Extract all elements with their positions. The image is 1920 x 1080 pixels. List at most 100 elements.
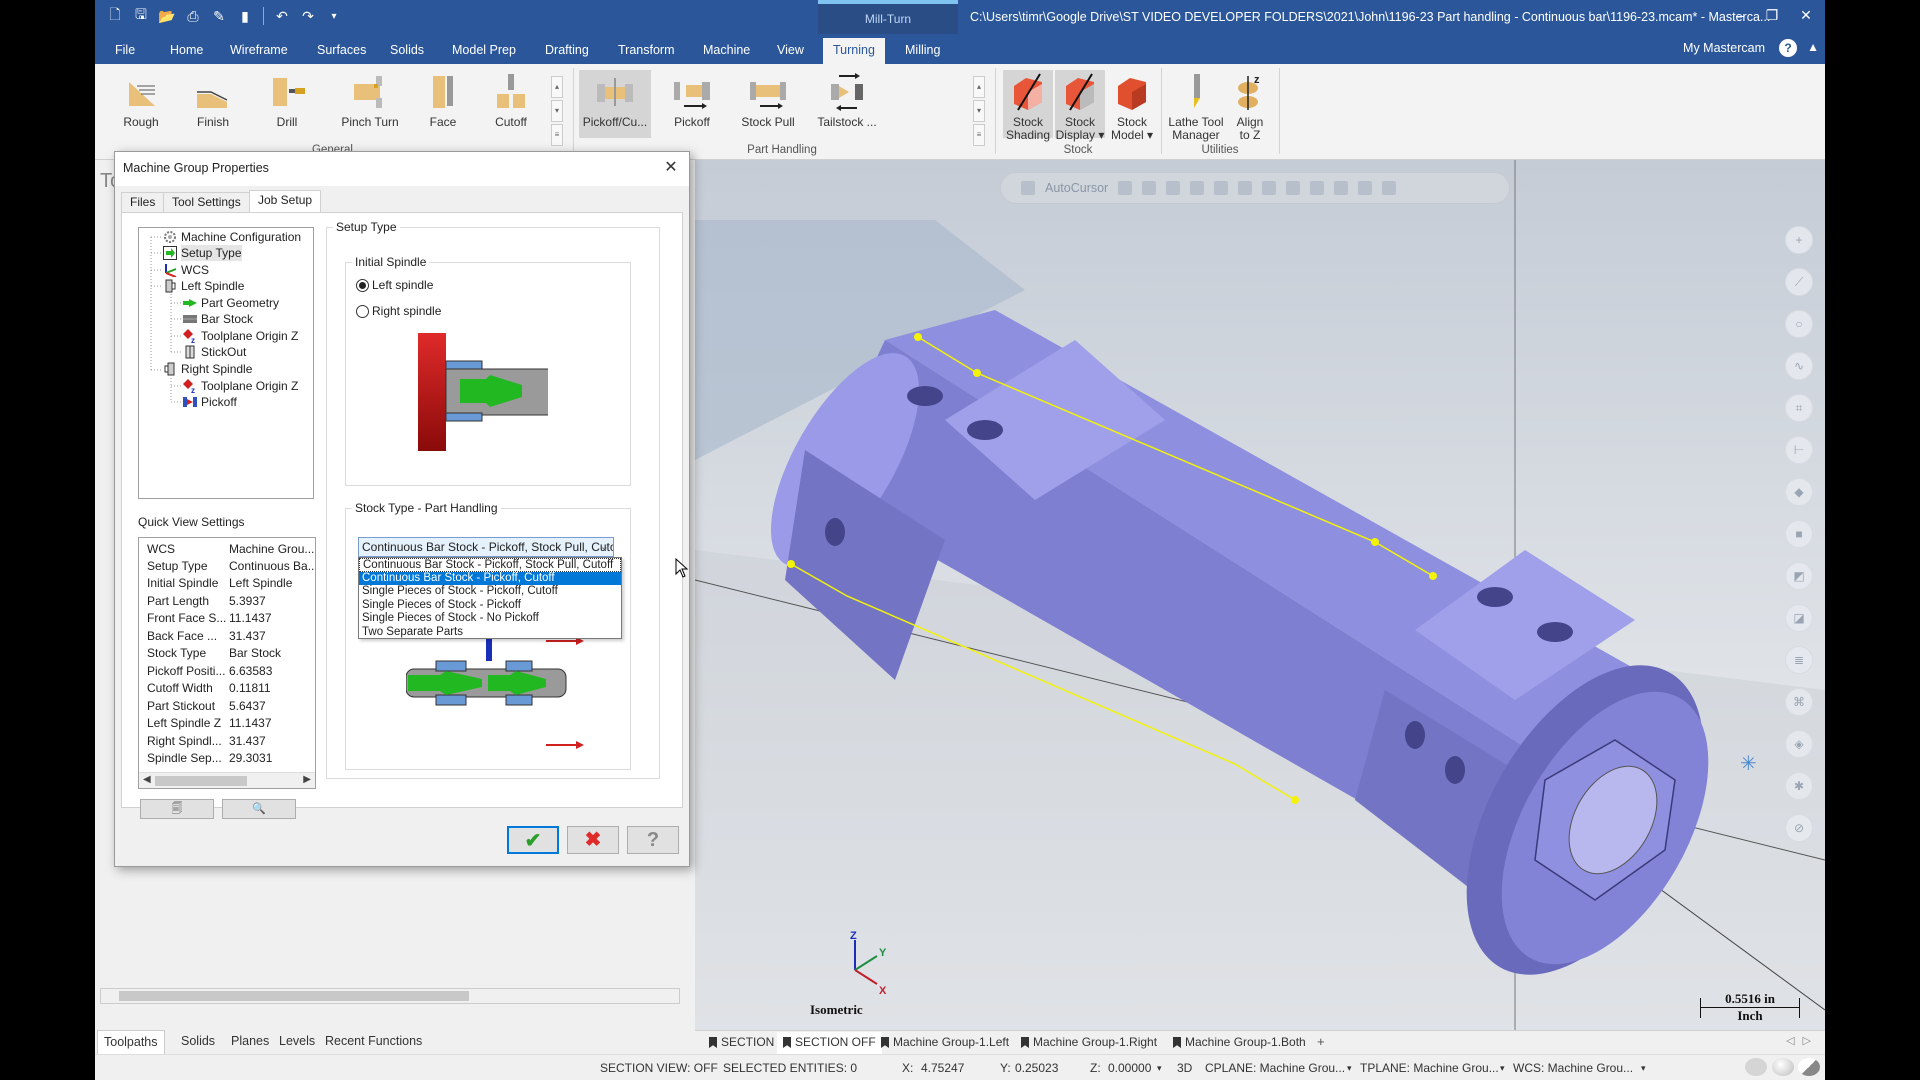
results-mask-icon[interactable]: ⌘ — [1785, 688, 1813, 716]
spline-mask-icon[interactable]: ∿ — [1785, 352, 1813, 380]
preview-settings-button[interactable]: 🔍 — [222, 799, 296, 819]
stock-option[interactable]: Single Pieces of Stock - Pickoff — [359, 599, 621, 613]
scroll-left-icon[interactable]: ◀ — [143, 774, 151, 785]
tab-solids-manager[interactable]: Solids — [175, 1030, 221, 1054]
panel-horizontal-scrollbar[interactable] — [100, 988, 680, 1004]
align-to-z-button[interactable]: z Align to Z — [1227, 70, 1273, 142]
chain-point[interactable] — [914, 333, 922, 341]
stock-model-button[interactable]: Stock Model ▾ — [1107, 70, 1157, 142]
stock-type-options-list[interactable]: Continuous Bar Stock - Pickoff, Stock Pu… — [358, 557, 622, 639]
save-icon[interactable]: 🖫 — [131, 6, 151, 26]
color-mask-icon[interactable]: ◪ — [1785, 604, 1813, 632]
ribbon-gallery-expand[interactable]: ≡ — [973, 124, 985, 146]
solid-mask-icon[interactable]: ◆ — [1785, 478, 1813, 506]
tree-item-right-spindle[interactable]: Right Spindle — [163, 361, 252, 377]
view-tab-right[interactable]: Machine Group-1.Right — [1015, 1032, 1163, 1054]
cplane-dropdown[interactable]: CPLANE: Machine Grou... — [1205, 1061, 1345, 1075]
filter-icon[interactable] — [1190, 181, 1205, 195]
point-mask-icon[interactable]: + — [1785, 226, 1813, 254]
help-button[interactable]: ? — [627, 826, 679, 854]
tab-view[interactable]: View — [767, 38, 814, 64]
pickoff-button[interactable]: Pickoff — [657, 70, 727, 138]
chevron-down-icon[interactable]: ▾ — [1500, 1063, 1505, 1074]
cutoff-button[interactable]: Cutoff — [483, 70, 539, 138]
wireframe-display-icon[interactable] — [1745, 1058, 1767, 1076]
scroll-right-icon[interactable]: ▶ — [303, 774, 311, 785]
coordinates-icon[interactable] — [1118, 181, 1133, 195]
graphics-viewport[interactable]: ✳ AutoCursor + ⟋ ○ ∿ ⌗ ⊢ ◆ ■ ◩ ◪ ≣ ⌘ ◈ ✱… — [695, 160, 1825, 1030]
rough-button[interactable]: Rough — [113, 70, 169, 138]
group-mask-icon[interactable]: ◩ — [1785, 562, 1813, 590]
section-view-status[interactable]: SECTION VIEW: OFF — [600, 1061, 718, 1075]
chain-point[interactable] — [787, 560, 795, 568]
translucency-icon[interactable] — [1798, 1058, 1820, 1076]
tab-recent-functions[interactable]: Recent Functions — [319, 1030, 428, 1054]
lathe-tool-manager-button[interactable]: Lathe Tool Manager — [1165, 70, 1227, 142]
tab-toolpaths[interactable]: Toolpaths — [97, 1030, 165, 1054]
stock-option[interactable]: Two Separate Parts — [359, 626, 621, 640]
select-icon[interactable] — [1021, 181, 1035, 195]
window-select-icon[interactable] — [1310, 181, 1325, 195]
tplane-dropdown[interactable]: TPLANE: Machine Grou... — [1360, 1061, 1499, 1075]
stock-option[interactable]: Single Pieces of Stock - Pickoff, Cutoff — [359, 585, 621, 599]
tree-item-machine-configuration[interactable]: Machine Configuration — [163, 229, 301, 245]
tab-home[interactable]: Home — [160, 38, 213, 64]
customize-qat-icon[interactable]: ▾ — [324, 6, 344, 26]
tab-files[interactable]: Files — [121, 192, 165, 212]
quick-view-settings-list[interactable]: WCS Machine Grou... Setup Type Continuous … — [138, 537, 316, 789]
autocursor-dropdown[interactable]: AutoCursor — [1045, 181, 1108, 195]
view-tab-section-off[interactable]: SECTION OFF — [777, 1032, 882, 1054]
minimize-button[interactable]: – — [1723, 0, 1757, 34]
stock-option[interactable]: Continuous Bar Stock - Pickoff, Stock Pu… — [359, 558, 621, 572]
chevron-down-icon[interactable]: ▾ — [1641, 1063, 1646, 1074]
shaded-display-icon[interactable] — [1772, 1058, 1794, 1076]
filter-icon[interactable] — [1214, 181, 1229, 195]
radio-right-spindle[interactable]: Right spindle — [356, 303, 441, 319]
open-icon[interactable]: 📂 — [157, 6, 177, 26]
ribbon-scroll-up[interactable]: ▴ — [973, 76, 985, 98]
arc-mask-icon[interactable]: ○ — [1785, 310, 1813, 338]
tree-item-part-geometry[interactable]: Part Geometry — [183, 295, 279, 311]
view-tab-left[interactable]: Machine Group-1.Left — [875, 1032, 1015, 1054]
my-mastercam-link[interactable]: My Mastercam — [1683, 41, 1765, 55]
pickoff-cutoff-button[interactable]: Pickoff/Cu... — [579, 70, 651, 138]
ok-button[interactable]: ✔ — [507, 826, 559, 854]
radio-left-spindle[interactable]: Left spindle — [356, 277, 433, 293]
stock-shading-button[interactable]: Stock Shading — [1003, 70, 1053, 142]
tab-planes[interactable]: Planes — [225, 1030, 275, 1054]
quick-view-hscrollbar[interactable]: ◀ ▶ — [139, 772, 315, 788]
mode-3d-toggle[interactable]: 3D — [1177, 1061, 1192, 1075]
tree-item-bar-stock[interactable]: Bar Stock — [183, 311, 253, 327]
redo-icon[interactable]: ↷ — [298, 6, 318, 26]
help-icon[interactable]: ? — [1779, 39, 1797, 57]
save-as-icon[interactable]: ✎ — [209, 6, 229, 26]
chain-point[interactable] — [1291, 796, 1299, 804]
mesh-mask-icon[interactable]: ◈ — [1785, 730, 1813, 758]
dialog-close-button[interactable]: ✕ — [661, 158, 681, 178]
tailstock-button[interactable]: Tailstock ... — [809, 70, 885, 138]
z-depth-dropdown[interactable]: 0.00000 — [1108, 1061, 1151, 1075]
tab-job-setup[interactable]: Job Setup — [249, 190, 322, 212]
view-tab-both[interactable]: Machine Group-1.Both — [1167, 1032, 1312, 1054]
tree-item-left-spindle[interactable]: Left Spindle — [163, 278, 244, 294]
ribbon-scroll-up[interactable]: ▴ — [551, 76, 563, 98]
copy-settings-button[interactable]: 🗐 — [140, 799, 214, 819]
chain-point[interactable] — [973, 369, 981, 377]
tab-turning[interactable]: Turning — [823, 38, 885, 64]
cancel-button[interactable]: ✖ — [567, 826, 619, 854]
ribbon-scroll-down[interactable]: ▾ — [551, 100, 563, 122]
tab-drafting[interactable]: Drafting — [535, 38, 599, 64]
undo-icon[interactable]: ↶ — [272, 6, 292, 26]
select-last-icon[interactable] — [1358, 181, 1373, 195]
tree-item-wcs[interactable]: WCS — [163, 262, 209, 278]
pinch-turn-button[interactable]: Pinch Turn — [325, 70, 415, 138]
view-tab-nav[interactable]: ◁▷ — [1786, 1034, 1819, 1047]
close-window-button[interactable]: ✕ — [1789, 0, 1823, 34]
ribbon-scroll-down[interactable]: ▾ — [973, 100, 985, 122]
tree-item-setup-type[interactable]: Setup Type — [163, 245, 242, 261]
tab-model-prep[interactable]: Model Prep — [442, 38, 526, 64]
drill-button[interactable]: Drill — [259, 70, 315, 138]
face-mask-icon[interactable]: ■ — [1785, 520, 1813, 548]
clear-mask-icon[interactable]: ⊘ — [1785, 814, 1813, 842]
add-point-icon[interactable] — [1142, 181, 1157, 195]
